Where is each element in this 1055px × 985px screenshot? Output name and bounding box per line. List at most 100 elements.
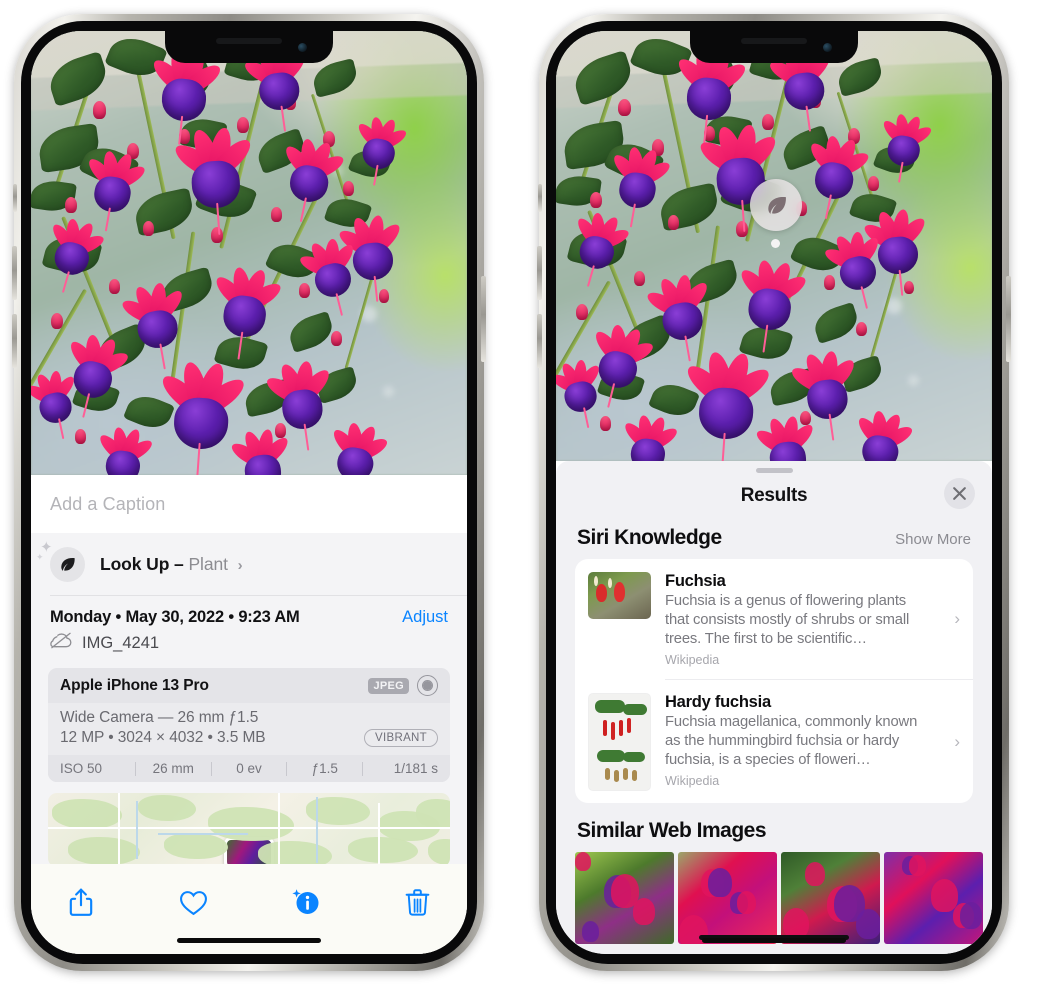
show-more-button[interactable]: Show More [895,531,971,548]
exif-settings-row: ISO 50 26 mm 0 ev ƒ1.5 1/181 s [48,755,450,782]
photo-viewer[interactable] [556,31,992,461]
volume-up-button-left[interactable] [12,246,17,300]
list-item[interactable]: Fuchsia Fuchsia is a genus of flowering … [575,559,973,679]
look-up-subject: Plant [188,553,228,574]
home-indicator-right[interactable] [702,938,846,943]
file-name-row: IMG_4241 [31,627,467,665]
volume-down-button-left[interactable] [12,314,17,368]
photo-date-row: Monday • May 30, 2022 • 9:23 AM Adjust [31,596,467,627]
thumbnail-plant-part [623,768,628,781]
close-icon[interactable] [944,478,975,509]
flower-bud [75,429,86,444]
web-image-thumbnail[interactable] [884,852,983,945]
leaf [810,301,862,345]
exif-setting: ISO 50 [60,761,103,776]
earpiece-speaker [216,38,282,44]
look-up-row[interactable]: ✦ ✦ Look Up – Plant › [31,533,467,595]
photo-foliage [31,31,467,475]
flower-corolla [172,396,230,451]
exif-setting: 1/181 s [393,761,438,776]
thumbnail-plant-part [595,700,625,714]
home-indicator-left[interactable] [177,938,321,943]
exif-card[interactable]: Apple iPhone 13 Pro JPEG Wide Camera — 2… [48,668,450,782]
siri-knowledge-header: Siri Knowledge Show More [556,519,992,559]
sheet-title: Results [740,485,808,506]
fuchsia-flower [210,263,285,360]
look-up-label: Look Up – Plant › [100,554,243,575]
earpiece-speaker [741,38,807,44]
visual-look-up-badge[interactable] [750,179,802,231]
thumbnail-plant-part [603,720,607,737]
mute-switch-right[interactable] [538,184,542,212]
screenshot-stage: Add a Caption ✦ ✦ Look Up – Plant › Mond… [0,0,1055,985]
fuchsia-flower [620,411,680,461]
map-green-area [138,795,196,821]
sheet-header: Results [556,473,992,519]
format-badge: JPEG [368,677,409,694]
thumbnail-plant-part [632,770,637,782]
flower-bud [109,279,120,294]
flower-corolla [697,385,755,441]
fuchsia-flower [171,125,256,235]
favorite-button[interactable] [173,882,213,922]
photographic-style-badge: VIBRANT [364,729,438,747]
info-button[interactable] [285,882,325,922]
share-button[interactable] [61,882,101,922]
thumbnail-plant-part [623,704,647,716]
similar-web-images-header: Similar Web Images [556,803,992,850]
power-button-right[interactable] [1006,276,1011,362]
front-camera [298,43,307,52]
mute-switch-left[interactable] [13,184,17,212]
photo-viewer[interactable] [31,31,467,475]
map-waterway [316,797,318,863]
map-waterway [136,801,138,859]
map-waterway [158,833,248,835]
bokeh-light [908,375,919,386]
fuchsia-flower [95,424,155,475]
flower-bud [211,227,223,244]
web-image-thumbnail[interactable] [781,852,880,945]
siri-knowledge-title: Siri Knowledge [577,526,722,549]
file-name: IMG_4241 [82,633,160,652]
list-item[interactable]: Hardy fuchsia Fuchsia magellanica, commo… [575,680,973,803]
aperture-icon [417,675,438,696]
flower-bud [618,98,631,117]
exif-setting: 26 mm [152,761,194,776]
thumbnail-flower [608,578,612,588]
similar-web-images-row[interactable] [556,852,992,945]
volume-down-button-right[interactable] [537,314,542,368]
photo-date: Monday • May 30, 2022 • 9:23 AM [50,608,300,626]
result-source: Wikipedia [665,774,720,789]
flower-bud [600,416,611,432]
chevron-right-icon: › [237,556,243,574]
lens-info: Wide Camera — 26 mm ƒ1.5 [60,709,259,726]
power-button-left[interactable] [481,276,486,362]
volume-up-button-right[interactable] [537,246,542,300]
thumbnail-flower [582,921,599,942]
web-image-thumbnail[interactable] [678,852,777,945]
badge-pointer-dot [771,239,780,248]
web-image-thumbnail[interactable] [575,852,674,945]
result-thumbnail [588,693,651,792]
delete-button[interactable] [397,882,437,922]
screen-left: Add a Caption ✦ ✦ Look Up – Plant › Mond… [31,31,467,954]
phone-left: Add a Caption ✦ ✦ Look Up – Plant › Mond… [12,14,486,971]
map-green-area [348,837,418,863]
map-green-area [52,799,122,829]
flower-style [586,264,595,287]
flower-bud [576,304,588,321]
leaf [835,57,885,97]
location-map-thumbnail[interactable] [48,793,450,867]
adjust-button[interactable]: Adjust [402,608,448,627]
flower-bud [343,181,354,196]
exif-badges: JPEG [368,675,438,696]
leaf [310,58,360,98]
flower-bud [65,197,77,214]
similar-web-images-title: Similar Web Images [577,819,767,843]
result-thumbnail [588,572,651,619]
thumbnail-flower [737,891,756,915]
fuchsia-flower [566,207,631,287]
caption-field[interactable]: Add a Caption [31,475,467,533]
flower-bud [634,271,645,287]
fuchsia-flower [352,113,409,186]
